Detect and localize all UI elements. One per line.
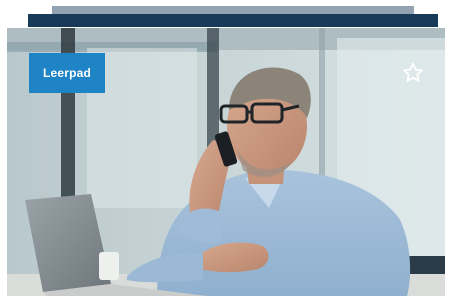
learning-path-badge: Leerpad (29, 53, 105, 93)
course-card[interactable]: Leerpad (7, 28, 445, 296)
stacked-card-middle (28, 14, 438, 27)
course-card-stack: Leerpad (0, 0, 452, 298)
star-outline-icon[interactable] (401, 61, 425, 85)
